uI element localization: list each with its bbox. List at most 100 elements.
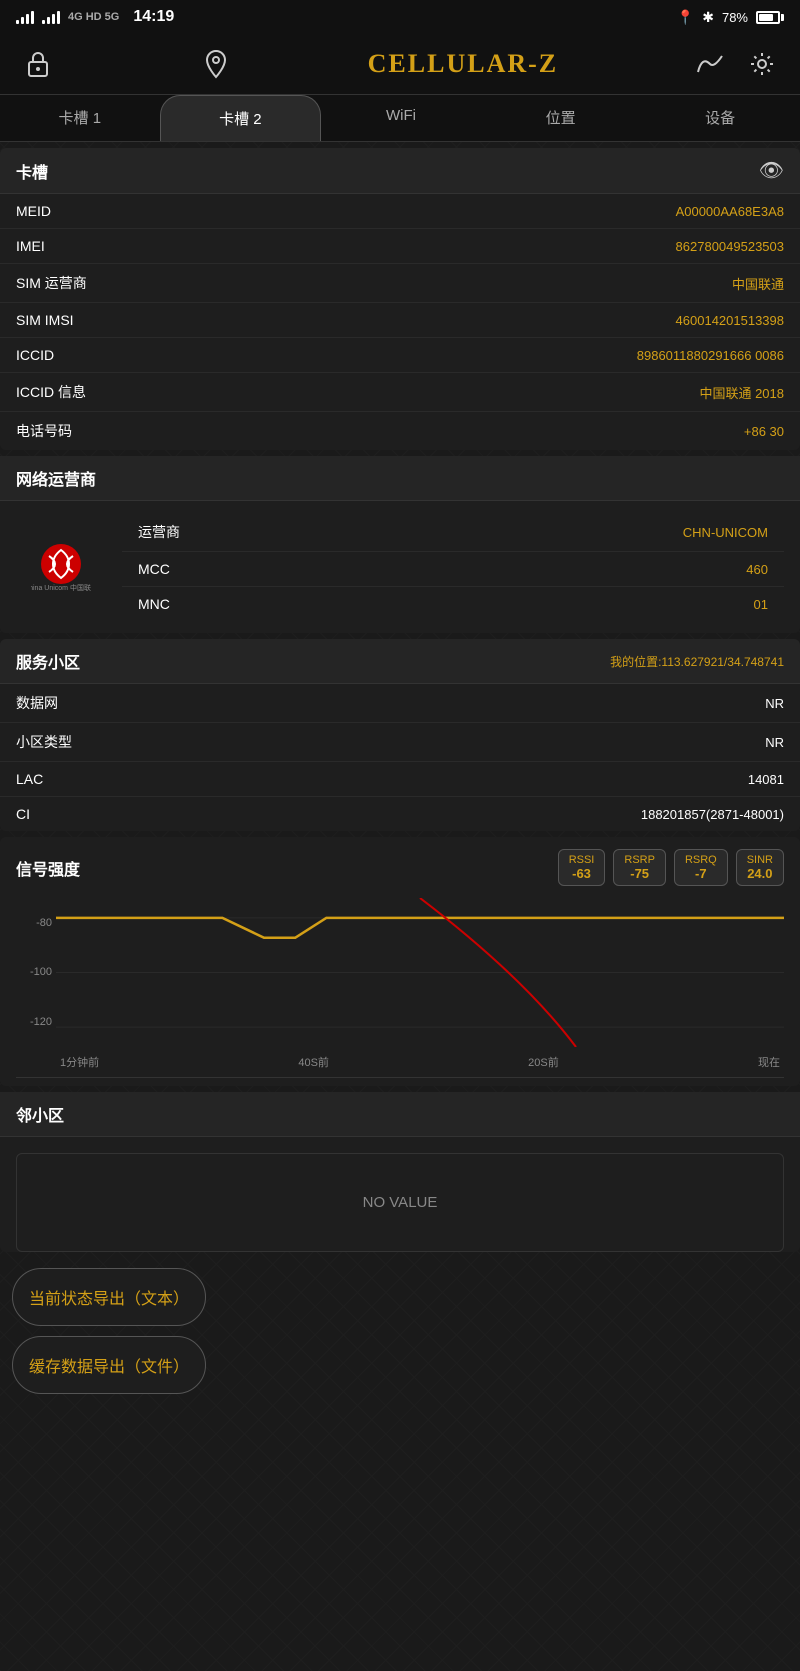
rsrq-value: -7 <box>685 866 717 881</box>
tab-device[interactable]: 设备 <box>640 95 800 141</box>
meid-label: MEID <box>16 203 51 219</box>
ci-label: CI <box>16 806 30 822</box>
data-network-label: 数据网 <box>16 693 58 713</box>
imei-value: 862780049523503 <box>676 239 784 254</box>
rsrp-label: RSRP <box>624 854 655 866</box>
carrier-label: 运营商 <box>138 522 180 542</box>
x-label-now: 现在 <box>758 1054 780 1070</box>
rsrq-label: RSRQ <box>685 854 717 866</box>
rssi-label: RSSI <box>569 854 595 866</box>
tab-slot2[interactable]: 卡槽 2 <box>160 95 322 141</box>
status-right: 📍 ✱ 78% <box>677 9 784 26</box>
y-axis: -80 -100 -120 <box>16 898 56 1047</box>
x-label-40s: 40S前 <box>298 1054 329 1070</box>
tab-location[interactable]: 位置 <box>481 95 641 141</box>
location-coords: 我的位置:113.627921/34.748741 <box>610 653 784 670</box>
network-section-title: 网络运营商 <box>16 472 96 489</box>
sim-operator-row: SIM 运营商 中国联通 <box>0 264 800 303</box>
meid-value: A00000AA68E3A8 <box>676 204 784 219</box>
mcc-row: MCC 460 <box>122 552 784 587</box>
status-bar: 4G HD 5G 14:19 📍 ✱ 78% <box>0 0 800 34</box>
ci-value: 188201857(2871-48001) <box>641 807 784 822</box>
sim-imsi-row: SIM IMSI 460014201513398 <box>0 303 800 338</box>
mcc-value: 460 <box>746 562 768 577</box>
iccid-info-row: ICCID 信息 中国联通 2018 <box>0 373 800 412</box>
cell-type-value: NR <box>765 735 784 750</box>
unicom-logo-svg: China Unicom 中国联通 <box>31 542 91 592</box>
no-value-text: NO VALUE <box>363 1194 438 1211</box>
tab-wifi[interactable]: WiFi <box>321 95 481 141</box>
neighbor-section: 邻小区 NO VALUE <box>0 1092 800 1252</box>
data-network-value: NR <box>765 696 784 711</box>
sim-operator-label: SIM 运营商 <box>16 273 87 293</box>
phone-label: 电话号码 <box>16 421 72 441</box>
svg-text:China Unicom 中国联通: China Unicom 中国联通 <box>31 583 91 592</box>
network-content: China Unicom 中国联通 运营商 CHN-UNICOM MCC 460… <box>0 501 800 633</box>
sim-section-title: 卡槽 <box>16 159 48 183</box>
phone-row: 电话号码 +86 30 <box>0 412 800 450</box>
iccid-value: 8986011880291666 0086 <box>637 348 784 363</box>
imei-row: IMEI 862780049523503 <box>0 229 800 264</box>
lac-label: LAC <box>16 771 43 787</box>
y-label-120: -120 <box>30 1016 52 1028</box>
sim-section-header: 卡槽 👁 <box>0 148 800 194</box>
sinr-label: SINR <box>747 854 773 866</box>
rssi-value: -63 <box>569 866 595 881</box>
mnc-row: MNC 01 <box>122 587 784 621</box>
eye-icon[interactable]: 👁 <box>759 158 784 183</box>
carrier-row: 运营商 CHN-UNICOM <box>122 513 784 552</box>
lac-value: 14081 <box>748 772 784 787</box>
battery-icon <box>756 11 784 24</box>
network-rows: 运营商 CHN-UNICOM MCC 460 MNC 01 <box>122 513 784 621</box>
status-left: 4G HD 5G 14:19 <box>16 8 174 26</box>
ci-row: CI 188201857(2871-48001) <box>0 797 800 831</box>
x-label-20s: 20S前 <box>528 1054 559 1070</box>
export-text-button[interactable]: 当前状态导出（文本） <box>12 1268 206 1326</box>
meid-row: MEID A00000AA68E3A8 <box>0 194 800 229</box>
sinr-badge: SINR 24.0 <box>736 849 784 886</box>
sim-section: 卡槽 👁 MEID A00000AA68E3A8 IMEI 8627800495… <box>0 148 800 450</box>
operator-logo: China Unicom 中国联通 <box>16 537 106 597</box>
tab-slot1[interactable]: 卡槽 1 <box>0 95 160 141</box>
mcc-label: MCC <box>138 561 170 577</box>
phone-value: +86 30 <box>744 424 784 439</box>
signal-wave-icon[interactable] <box>692 46 728 82</box>
y-label-100: -100 <box>30 966 52 978</box>
signal-icon <box>16 10 34 24</box>
x-axis: 1分钟前 40S前 20S前 现在 <box>56 1047 784 1077</box>
neighbor-header: 邻小区 <box>0 1092 800 1137</box>
app-title: Cellular-Z <box>368 49 558 79</box>
rsrp-value: -75 <box>624 866 655 881</box>
network-section-header: 网络运营商 <box>0 456 800 501</box>
signal-title: 信号强度 <box>16 856 80 880</box>
iccid-info-label: ICCID 信息 <box>16 382 86 402</box>
signal-section: 信号强度 RSSI -63 RSRP -75 RSRQ -7 SINR 24.0 <box>0 837 800 1086</box>
rssi-badge: RSSI -63 <box>558 849 606 886</box>
sinr-value: 24.0 <box>747 866 773 881</box>
mnc-label: MNC <box>138 596 170 612</box>
location-icon: 📍 <box>677 9 694 26</box>
cell-type-label: 小区类型 <box>16 732 72 752</box>
settings-icon[interactable] <box>744 46 780 82</box>
iccid-row: ICCID 8986011880291666 0086 <box>0 338 800 373</box>
app-header: Cellular-Z <box>0 34 800 95</box>
carrier-value: CHN-UNICOM <box>683 525 768 540</box>
chart-svg <box>56 898 784 1047</box>
export-file-button[interactable]: 缓存数据导出（文件） <box>12 1336 206 1394</box>
tab-bar: 卡槽 1 卡槽 2 WiFi 位置 设备 <box>0 95 800 142</box>
sim-imsi-label: SIM IMSI <box>16 312 74 328</box>
imei-label: IMEI <box>16 238 45 254</box>
signal-chart: -80 -100 -120 <box>16 898 784 1078</box>
header-right <box>692 46 780 82</box>
data-network-row: 数据网 NR <box>0 684 800 723</box>
location-map-icon[interactable] <box>198 46 234 82</box>
bottom-spacer <box>0 1404 800 1434</box>
network-type: 4G HD 5G <box>68 11 119 23</box>
signal-badges: RSSI -63 RSRP -75 RSRQ -7 SINR 24.0 <box>558 849 784 886</box>
service-cell-title: 服务小区 <box>16 649 80 673</box>
network-section: 网络运营商 China Unicom 中国联通 运营商 CHN-UNICO <box>0 456 800 633</box>
cell-type-row: 小区类型 NR <box>0 723 800 762</box>
neighbor-title: 邻小区 <box>16 1102 64 1126</box>
lock-icon[interactable] <box>20 46 56 82</box>
mnc-value: 01 <box>754 597 768 612</box>
